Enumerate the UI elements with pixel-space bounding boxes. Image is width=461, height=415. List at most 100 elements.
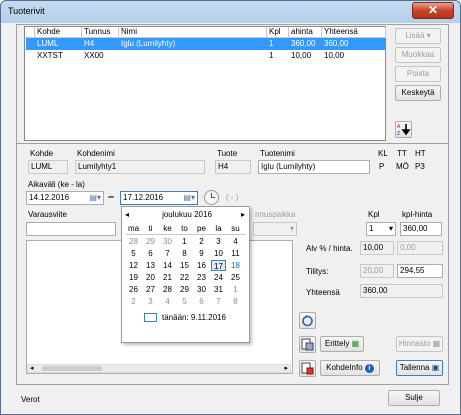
calendar-day[interactable]: 6 <box>194 297 209 306</box>
calendar-day[interactable]: 9 <box>194 249 209 258</box>
poista-button[interactable]: Poista <box>395 66 441 82</box>
calendar-day[interactable]: 26 <box>126 285 141 294</box>
cell-yhteensa: 10,00 <box>324 51 345 60</box>
col-header-nimi[interactable]: Nimi <box>119 27 267 38</box>
scroll-left-icon[interactable]: ◂ <box>30 364 34 372</box>
calendar-day[interactable]: 30 <box>194 285 209 294</box>
table-row[interactable]: LUML H4 Iglu (Lumilyhty) 1 360,00 360,00 <box>26 38 385 50</box>
keskeyta-button[interactable]: Keskeytä <box>395 85 441 101</box>
calendar-month-title[interactable]: joulukuu 2016 <box>152 210 222 219</box>
calendar-day[interactable]: 4 <box>228 237 243 246</box>
verot-label: Verot <box>21 395 40 404</box>
col-header-kpl[interactable]: Kpl <box>267 27 289 38</box>
muokkaa-button[interactable]: Muokkaa <box>395 47 441 63</box>
calendar-day[interactable]: 22 <box>177 273 192 282</box>
tuotenimi-field[interactable]: Iglu (Lumilyhty) <box>258 160 370 174</box>
ht-label: HT <box>415 149 426 158</box>
date-to-field[interactable]: 17.12.2016 ▤▾ <box>120 191 198 205</box>
kohdeinfo-button[interactable]: KohdeInfo i <box>320 360 380 376</box>
calendar-day[interactable]: 29 <box>177 285 192 294</box>
calendar-day[interactable]: 6 <box>143 249 158 258</box>
col-header-kohde[interactable]: Kohde <box>35 27 82 38</box>
calendar-day[interactable]: 19 <box>126 273 141 282</box>
clock-icon[interactable] <box>204 190 219 205</box>
tallenna-button[interactable]: Tallenna ▣ <box>396 360 443 376</box>
calendar-day[interactable]: 21 <box>160 273 175 282</box>
tt-label: TT <box>397 149 407 158</box>
alv-pct-field: 10,00 <box>360 241 394 255</box>
varausviite-field[interactable] <box>26 222 116 236</box>
calendar-day[interactable]: 12 <box>126 261 141 270</box>
chevron-down-icon: ▾ <box>289 224 294 233</box>
calendar-day[interactable]: 27 <box>143 285 158 294</box>
close-button[interactable]: ✕ <box>412 2 454 19</box>
calendar-day[interactable]: 13 <box>143 261 158 270</box>
lisaa-button[interactable]: Lisää ▾ <box>395 28 441 44</box>
scrollbar-thumb[interactable] <box>42 366 102 371</box>
calendar-day[interactable]: 7 <box>160 249 175 258</box>
refresh-button[interactable] <box>299 312 316 329</box>
calendar-day[interactable]: 5 <box>126 249 141 258</box>
alv-label: Alv % / hinta. <box>306 244 353 253</box>
yhteensa-label: Yhteensä <box>306 288 340 297</box>
calendar-day[interactable]: 23 <box>194 273 209 282</box>
prev-month-icon[interactable]: ◂ <box>125 210 129 219</box>
calendar-day[interactable]: 7 <box>211 297 226 306</box>
calendar-day[interactable]: 3 <box>211 237 226 246</box>
calendar-day[interactable]: 2 <box>126 297 141 306</box>
client-area: Kohde Tunnus Nimi Kpl ahinta Yhteensä LU… <box>7 23 455 409</box>
calendar-day[interactable]: 11 <box>228 249 243 258</box>
kohdeinfo-label: KohdeInfo <box>326 363 363 372</box>
nnuspaikka-select[interactable]: ▾ <box>253 222 297 236</box>
calendar-day[interactable]: 3 <box>143 297 158 306</box>
col-header-ahinta[interactable]: ahinta <box>289 27 322 38</box>
calendar-day[interactable]: 8 <box>177 249 192 258</box>
calendar-day[interactable]: 31 <box>211 285 226 294</box>
copy-rows-button[interactable] <box>299 336 316 353</box>
calendar-day[interactable]: 20 <box>143 273 158 282</box>
kplhinta-field[interactable]: 360,00 <box>400 222 442 236</box>
delete-row-button[interactable] <box>299 360 316 377</box>
calendar-day[interactable]: 30 <box>160 237 175 246</box>
weekday-label: to <box>181 224 188 233</box>
calendar-day[interactable]: 24 <box>211 273 226 282</box>
tilitys-field-2[interactable]: 294,55 <box>397 264 443 278</box>
cell-ahinta: 10,00 <box>291 51 312 60</box>
calendar-day[interactable]: 5 <box>177 297 192 306</box>
calendar-day[interactable]: 18 <box>228 261 243 270</box>
scroll-right-icon[interactable]: ▸ <box>284 364 288 372</box>
nnuspaikka-label: nnuspaikka <box>255 210 296 219</box>
calendar-day[interactable]: 16 <box>194 261 209 270</box>
calendar-day[interactable]: 29 <box>143 237 158 246</box>
hinnasto-label: Hinnasto <box>398 339 431 348</box>
calendar-day[interactable]: 1 <box>177 237 192 246</box>
calendar-day[interactable]: 15 <box>177 261 192 270</box>
date-from-field[interactable]: 14.12.2016 ▤▾ <box>26 191 104 205</box>
calendar-day[interactable]: 28 <box>126 237 141 246</box>
calendar-day[interactable]: 25 <box>228 273 243 282</box>
calendar-day[interactable]: 10 <box>211 249 226 258</box>
table-row[interactable]: XXTST XX00 1 10,00 10,00 <box>26 50 385 62</box>
calendar-day[interactable]: 1 <box>228 285 243 294</box>
calendar-popup[interactable]: ◂ joulukuu 2016 ▸ ma ti ke to pe la su 2… <box>121 206 250 343</box>
date-from-calendar-icon[interactable]: ▤▾ <box>89 192 101 204</box>
calendar-today-link[interactable]: tänään: 9.11.2016 <box>162 313 226 322</box>
calendar-day[interactable]: 28 <box>160 285 175 294</box>
date-to-calendar-icon[interactable]: ▤▾ <box>183 192 195 204</box>
erittely-button[interactable]: Erittely ▦ <box>320 336 364 352</box>
hinnasto-button[interactable]: Hinnasto ▦ <box>396 336 443 352</box>
col-header-tunnus[interactable]: Tunnus <box>82 27 119 38</box>
calendar-day[interactable]: 8 <box>228 297 243 306</box>
calendar-day-selected[interactable]: 17 <box>211 260 226 271</box>
rows-table[interactable]: Kohde Tunnus Nimi Kpl ahinta Yhteensä LU… <box>24 26 386 141</box>
kpl-select[interactable]: 1 ▾ <box>366 222 396 236</box>
sulje-button[interactable]: Sulje <box>388 390 440 406</box>
calendar-day[interactable]: 4 <box>160 297 175 306</box>
next-month-icon[interactable]: ▸ <box>241 210 245 219</box>
horizontal-scrollbar[interactable]: ◂ ▸ <box>27 364 291 373</box>
calendar-day[interactable]: 14 <box>160 261 175 270</box>
sort-az-button[interactable]: A Z <box>395 121 412 138</box>
lisaa-label: Lisää <box>405 31 425 40</box>
calendar-day[interactable]: 2 <box>194 237 209 246</box>
col-header-yhteensa[interactable]: Yhteensä <box>322 27 386 38</box>
